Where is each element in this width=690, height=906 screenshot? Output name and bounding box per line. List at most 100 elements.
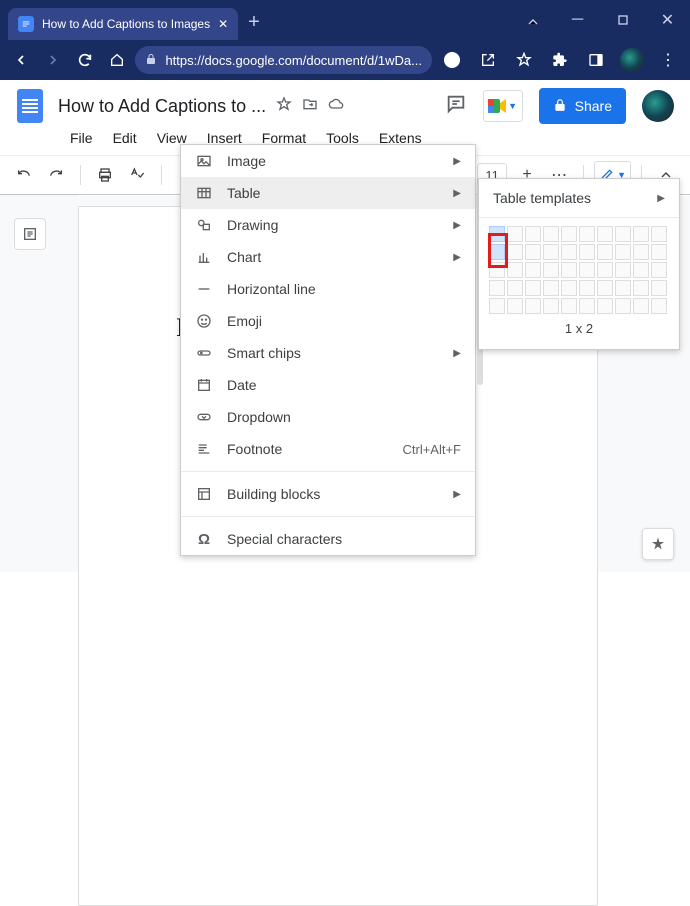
table-picker-cell[interactable] xyxy=(579,298,595,314)
table-picker-cell[interactable] xyxy=(651,262,667,278)
menu-item-chart[interactable]: Chart ▶ xyxy=(181,241,475,273)
menu-item-image[interactable]: Image ▶ xyxy=(181,145,475,177)
docs-logo[interactable] xyxy=(12,88,48,124)
spellcheck-button[interactable] xyxy=(123,161,151,189)
table-picker-cell[interactable] xyxy=(561,244,577,260)
table-picker-cell[interactable] xyxy=(615,298,631,314)
new-tab-button[interactable]: + xyxy=(248,11,260,34)
date-icon xyxy=(195,377,213,393)
explore-button[interactable] xyxy=(642,528,674,560)
table-picker-cell[interactable] xyxy=(597,226,613,242)
extensions-icon[interactable] xyxy=(546,46,574,74)
lock-icon xyxy=(145,53,157,68)
menu-item-date[interactable]: Date xyxy=(181,369,475,401)
back-button[interactable] xyxy=(8,45,34,75)
table-picker-cell[interactable] xyxy=(651,226,667,242)
table-picker-cell[interactable] xyxy=(561,280,577,296)
cloud-status-icon[interactable] xyxy=(328,96,344,117)
table-picker-cell[interactable] xyxy=(525,226,541,242)
table-picker-cell[interactable] xyxy=(561,262,577,278)
table-picker-cell[interactable] xyxy=(543,226,559,242)
close-window-button[interactable]: ✕ xyxy=(645,0,690,40)
menu-item-table-templates[interactable]: Table templates ▶ xyxy=(479,181,679,215)
menu-item-smart-chips[interactable]: Smart chips ▶ xyxy=(181,337,475,369)
menu-item-emoji[interactable]: Emoji xyxy=(181,305,475,337)
table-picker-cell[interactable] xyxy=(633,226,649,242)
star-icon[interactable] xyxy=(276,96,292,117)
account-avatar[interactable] xyxy=(642,90,674,122)
document-title[interactable]: How to Add Captions to ... xyxy=(58,96,266,117)
table-picker-cell[interactable] xyxy=(597,298,613,314)
table-picker-cell[interactable] xyxy=(543,244,559,260)
minimize-button[interactable] xyxy=(510,0,555,40)
table-picker-cell[interactable] xyxy=(597,262,613,278)
table-picker-cell[interactable] xyxy=(633,298,649,314)
table-picker-cell[interactable] xyxy=(633,244,649,260)
menu-item-dropdown[interactable]: Dropdown xyxy=(181,401,475,433)
table-picker-cell[interactable] xyxy=(651,244,667,260)
table-picker-cell[interactable] xyxy=(597,280,613,296)
sidepanel-icon[interactable] xyxy=(582,46,610,74)
document-outline-button[interactable] xyxy=(14,218,46,250)
table-size-picker[interactable] xyxy=(479,226,679,315)
browser-tab[interactable]: How to Add Captions to Images ✕ xyxy=(8,8,238,40)
redo-button[interactable] xyxy=(42,161,70,189)
table-picker-cell[interactable] xyxy=(633,280,649,296)
table-picker-cell[interactable] xyxy=(597,244,613,260)
table-picker-cell[interactable] xyxy=(543,262,559,278)
menu-file[interactable]: File xyxy=(62,128,101,148)
table-picker-cell[interactable] xyxy=(489,298,505,314)
table-picker-cell[interactable] xyxy=(615,280,631,296)
table-picker-cell[interactable] xyxy=(651,280,667,296)
google-icon[interactable] xyxy=(438,46,466,74)
menu-item-drawing[interactable]: Drawing ▶ xyxy=(181,209,475,241)
table-picker-cell[interactable] xyxy=(651,298,667,314)
move-icon[interactable] xyxy=(302,96,318,117)
maximize-window-button[interactable] xyxy=(600,0,645,40)
table-picker-cell[interactable] xyxy=(489,280,505,296)
table-picker-cell[interactable] xyxy=(507,298,523,314)
table-picker-cell[interactable] xyxy=(543,298,559,314)
share-icon[interactable] xyxy=(474,46,502,74)
browser-menu-icon[interactable]: ⋮ xyxy=(654,46,682,74)
bookmark-icon[interactable] xyxy=(510,46,538,74)
table-picker-cell[interactable] xyxy=(507,280,523,296)
meet-button[interactable]: ▼ xyxy=(483,90,523,122)
table-picker-cell[interactable] xyxy=(561,226,577,242)
menu-item-horizontal-line[interactable]: Horizontal line xyxy=(181,273,475,305)
table-picker-cell[interactable] xyxy=(579,244,595,260)
table-picker-cell[interactable] xyxy=(525,262,541,278)
table-picker-cell[interactable] xyxy=(633,262,649,278)
address-bar[interactable]: https://docs.google.com/document/d/1wDa.… xyxy=(135,46,432,74)
table-picker-cell[interactable] xyxy=(579,226,595,242)
comments-icon[interactable] xyxy=(445,93,467,120)
forward-button[interactable] xyxy=(40,45,66,75)
table-picker-cell[interactable] xyxy=(525,298,541,314)
undo-button[interactable] xyxy=(10,161,38,189)
close-tab-icon[interactable]: ✕ xyxy=(218,17,228,31)
table-picker-cell[interactable] xyxy=(525,244,541,260)
table-picker-cell[interactable] xyxy=(561,298,577,314)
reload-button[interactable] xyxy=(72,45,98,75)
table-picker-cell[interactable] xyxy=(507,244,523,260)
home-button[interactable] xyxy=(104,45,130,75)
browser-profile-avatar[interactable] xyxy=(618,46,646,74)
menu-item-footnote[interactable]: Footnote Ctrl+Alt+F xyxy=(181,433,475,465)
menu-item-table[interactable]: Table ▶ xyxy=(181,177,475,209)
table-picker-cell[interactable] xyxy=(507,262,523,278)
minimize-window-button[interactable]: ─ xyxy=(555,0,600,40)
share-button[interactable]: Share xyxy=(539,88,626,124)
window-controls: ─ ✕ xyxy=(510,0,690,40)
table-picker-cell[interactable] xyxy=(579,262,595,278)
menu-item-special-characters[interactable]: Ω Special characters xyxy=(181,523,475,555)
table-picker-cell[interactable] xyxy=(615,262,631,278)
table-picker-cell[interactable] xyxy=(615,226,631,242)
table-picker-cell[interactable] xyxy=(525,280,541,296)
table-picker-cell[interactable] xyxy=(579,280,595,296)
menu-edit[interactable]: Edit xyxy=(105,128,145,148)
menu-item-building-blocks[interactable]: Building blocks ▶ xyxy=(181,478,475,510)
print-button[interactable] xyxy=(91,161,119,189)
table-picker-cell[interactable] xyxy=(507,226,523,242)
table-picker-cell[interactable] xyxy=(543,280,559,296)
table-picker-cell[interactable] xyxy=(615,244,631,260)
